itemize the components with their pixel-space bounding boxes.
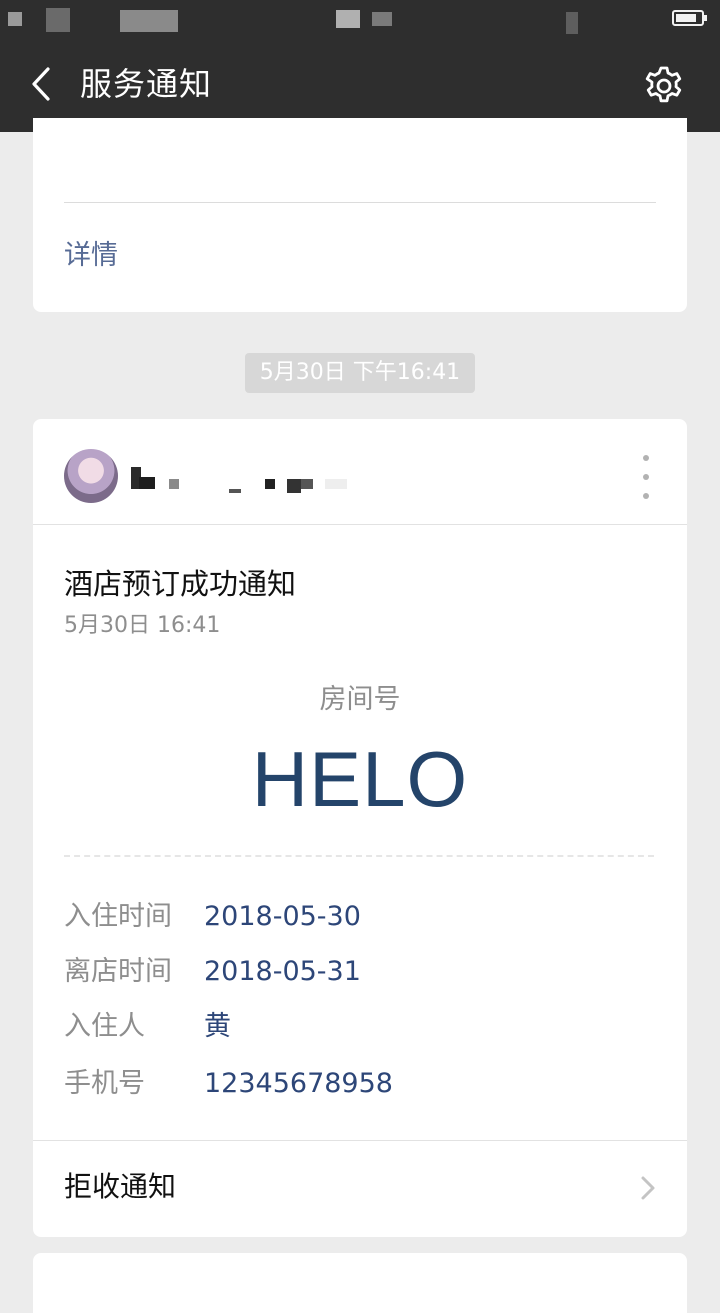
status-bar [0,0,720,36]
info-row-checkin: 入住时间 2018-05-30 [64,895,654,939]
more-options-button[interactable] [639,455,653,499]
info-value: 2018-05-30 [204,901,361,932]
more-dot [643,474,649,480]
status-bar-blurred-item [46,8,70,32]
avatar[interactable] [64,449,118,503]
status-bar-blurred-item [372,12,392,26]
divider [64,202,656,203]
page-title: 服务通知 [80,65,213,103]
next-notification-card [33,1253,687,1313]
info-key: 离店时间 [64,956,172,987]
info-value: 2018-05-31 [204,956,361,987]
status-bar-blurred-item [120,10,178,32]
sender-header[interactable] [33,419,687,525]
more-dot [643,493,649,499]
details-link[interactable]: 详情 [64,234,118,278]
reject-notifications-label: 拒收通知 [64,1170,177,1203]
room-number-value: HELO [251,735,469,823]
info-key: 入住时间 [64,901,172,932]
previous-notification-card: 详情 [33,118,687,312]
sender-name-blurred [131,467,351,497]
info-row-guest: 入住人 黄 [64,1005,654,1049]
room-number-label: 房间号 [319,684,401,715]
notification-title: 酒店预订成功通知 [64,567,297,601]
info-key: 入住人 [64,1011,145,1042]
info-key: 手机号 [64,1068,145,1099]
notification-date: 5月30日 16:41 [64,613,221,638]
timestamp-divider: 5月30日 下午16:41 [245,353,475,393]
info-value: 黄 [204,1011,231,1042]
info-row-checkout: 离店时间 2018-05-31 [64,950,654,994]
battery-icon [672,10,707,26]
settings-button[interactable] [638,60,690,112]
back-button[interactable] [18,58,64,110]
hotel-booking-notification-card: 酒店预订成功通知 5月30日 16:41 房间号 HELO 入住时间 2018-… [33,419,687,1237]
status-bar-blurred-item [566,12,578,34]
info-value: 12345678958 [204,1068,393,1099]
more-dot [643,455,649,461]
status-bar-blurred-item [8,12,22,26]
status-bar-blurred-item [336,10,360,28]
dashed-divider [64,855,654,857]
gear-icon [645,66,682,103]
reject-notifications-row[interactable]: 拒收通知 [33,1140,687,1237]
chevron-right-icon [641,1176,655,1200]
info-row-phone: 手机号 12345678958 [64,1062,654,1106]
chevron-left-icon [32,67,50,101]
